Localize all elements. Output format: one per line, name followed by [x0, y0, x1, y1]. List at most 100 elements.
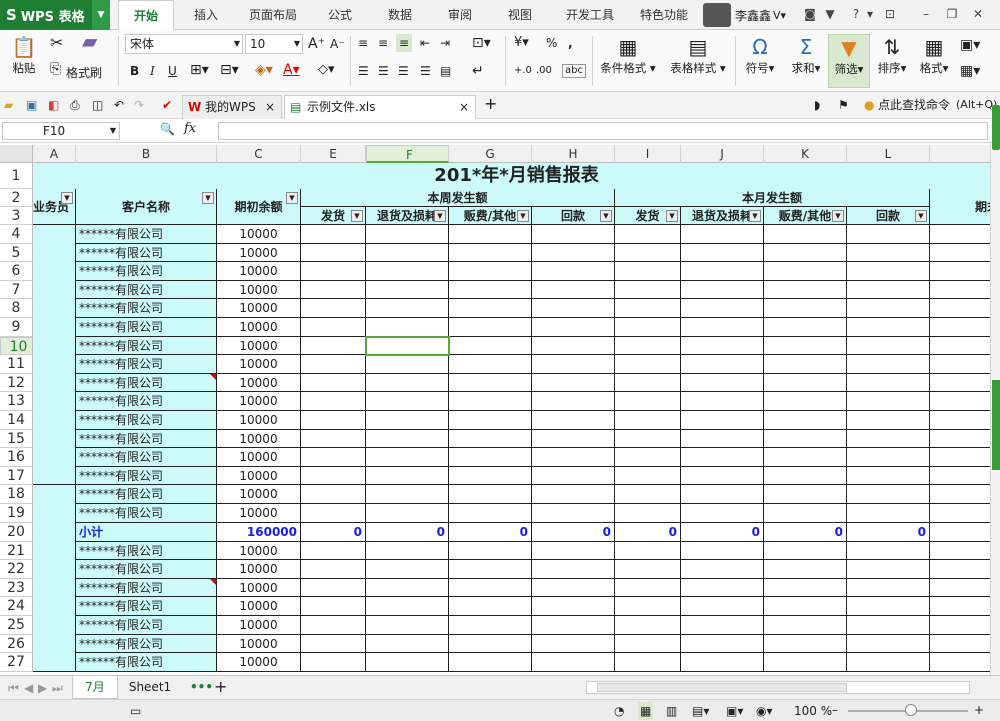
distribute-icon[interactable]: ▤: [440, 62, 451, 80]
sort-button[interactable]: ⇅ 排序▾: [874, 34, 910, 88]
subtotal-value[interactable]: 0: [301, 522, 366, 542]
row-header[interactable]: 25: [0, 616, 33, 635]
customer-name[interactable]: ******有限公司: [76, 243, 217, 263]
zoom-level[interactable]: 100 %: [794, 702, 832, 720]
copy-icon[interactable]: ⎘: [50, 60, 61, 78]
cell[interactable]: [615, 299, 681, 318]
opening-balance[interactable]: 10000: [217, 262, 301, 281]
cell[interactable]: [449, 466, 532, 486]
cell[interactable]: [764, 597, 847, 616]
protect-icon[interactable]: ◔: [614, 702, 624, 720]
cell[interactable]: [847, 243, 930, 263]
last-sheet-icon[interactable]: ⏭: [52, 679, 63, 697]
cell[interactable]: [615, 392, 681, 411]
chevron-down-icon[interactable]: ▼: [110, 123, 116, 139]
column-header[interactable]: F: [366, 145, 449, 163]
cell[interactable]: [615, 318, 681, 337]
cell[interactable]: [449, 392, 532, 411]
filter-dropdown-icon[interactable]: ▼: [61, 192, 73, 204]
cell[interactable]: [449, 597, 532, 616]
cell[interactable]: [449, 429, 532, 449]
row-header[interactable]: 10: [0, 336, 33, 356]
comment-marker-icon[interactable]: [210, 373, 216, 380]
font-grow-icon[interactable]: A⁺: [308, 35, 325, 53]
cell[interactable]: [847, 336, 930, 356]
cell[interactable]: [615, 634, 681, 654]
cell[interactable]: [615, 280, 681, 300]
cell[interactable]: [301, 653, 366, 672]
customer-name[interactable]: ******有限公司: [76, 280, 217, 300]
cell[interactable]: [301, 280, 366, 300]
justify-icon[interactable]: ☰: [420, 62, 431, 80]
cell[interactable]: [930, 411, 990, 430]
tab-page-layout[interactable]: 页面布局: [240, 0, 306, 30]
restore-icon[interactable]: ❐: [944, 6, 960, 22]
customer-name[interactable]: ******有限公司: [76, 299, 217, 318]
flag-icon[interactable]: ⚑: [838, 96, 849, 114]
chevron-down-icon[interactable]: ▾: [862, 6, 878, 22]
customer-name[interactable]: ******有限公司: [76, 541, 217, 561]
percent-button[interactable]: %: [546, 34, 557, 52]
cell[interactable]: [532, 318, 615, 337]
side-panel-toggle[interactable]: [992, 380, 1000, 470]
opening-balance[interactable]: 10000: [217, 634, 301, 654]
cell[interactable]: [764, 411, 847, 430]
cell[interactable]: [681, 280, 764, 300]
cell[interactable]: [449, 448, 532, 467]
row-header[interactable]: 7: [0, 280, 33, 300]
header-week-amount[interactable]: 本周发生额: [301, 189, 615, 207]
cell[interactable]: [449, 243, 532, 263]
opening-balance[interactable]: 10000: [217, 411, 301, 430]
close-icon[interactable]: ×: [265, 96, 275, 118]
cell[interactable]: [847, 373, 930, 393]
italic-button[interactable]: I: [150, 62, 155, 80]
filter-dropdown-icon[interactable]: ▼: [832, 210, 844, 222]
cell[interactable]: [615, 336, 681, 356]
subtotal-value[interactable]: 0: [615, 522, 681, 542]
indent-decrease-icon[interactable]: ⇤: [420, 34, 430, 52]
row-header[interactable]: 1: [0, 163, 33, 189]
cell[interactable]: [764, 541, 847, 561]
customer-name[interactable]: ******有限公司: [76, 355, 217, 374]
column-header[interactable]: H: [532, 145, 615, 163]
opening-balance[interactable]: 10000: [217, 225, 301, 244]
cell[interactable]: [301, 262, 366, 281]
row-header[interactable]: 9: [0, 318, 33, 337]
tab-data[interactable]: 数据: [377, 0, 423, 30]
redo-icon[interactable]: ↷: [134, 96, 144, 114]
zoom-slider-handle[interactable]: [905, 704, 917, 716]
filter-dropdown-icon[interactable]: ▼: [915, 210, 927, 222]
customer-name[interactable]: ******有限公司: [76, 560, 217, 579]
cell[interactable]: [847, 411, 930, 430]
cell[interactable]: [449, 318, 532, 337]
subtotal-value[interactable]: 0: [681, 522, 764, 542]
cell[interactable]: [532, 616, 615, 635]
column-header[interactable]: I: [615, 145, 681, 163]
customer-name[interactable]: ******有限公司: [76, 448, 217, 467]
cell[interactable]: [532, 504, 615, 523]
cell[interactable]: [449, 411, 532, 430]
format-painter-label[interactable]: 格式刷: [66, 64, 102, 82]
increase-decimal-icon[interactable]: +.0: [514, 62, 532, 80]
format-button[interactable]: ▦ 格式▾: [916, 34, 952, 88]
select-all-corner[interactable]: [0, 145, 33, 163]
user-account[interactable]: 李鑫鑫 V▾: [703, 3, 786, 27]
merge-icon[interactable]: ⊟▾: [220, 61, 239, 79]
close-icon[interactable]: ✕: [970, 6, 986, 22]
merge-center-icon[interactable]: ⊡▾: [472, 34, 491, 52]
cell[interactable]: [301, 299, 366, 318]
decrease-decimal-icon[interactable]: .00: [536, 62, 552, 80]
cell[interactable]: [449, 653, 532, 672]
row-header[interactable]: 23: [0, 578, 33, 598]
cell[interactable]: [681, 392, 764, 411]
cell[interactable]: [366, 225, 449, 244]
customer-name[interactable]: ******有限公司: [76, 578, 217, 598]
column-header[interactable]: G: [449, 145, 532, 163]
filter-dropdown-icon[interactable]: ▼: [351, 210, 363, 222]
cell[interactable]: [847, 560, 930, 579]
cell[interactable]: [366, 560, 449, 579]
cell[interactable]: [764, 504, 847, 523]
subtotal-value[interactable]: 0: [847, 522, 930, 542]
tab-insert[interactable]: 插入: [183, 0, 229, 30]
read-mode-icon[interactable]: ▣▾: [726, 702, 743, 720]
